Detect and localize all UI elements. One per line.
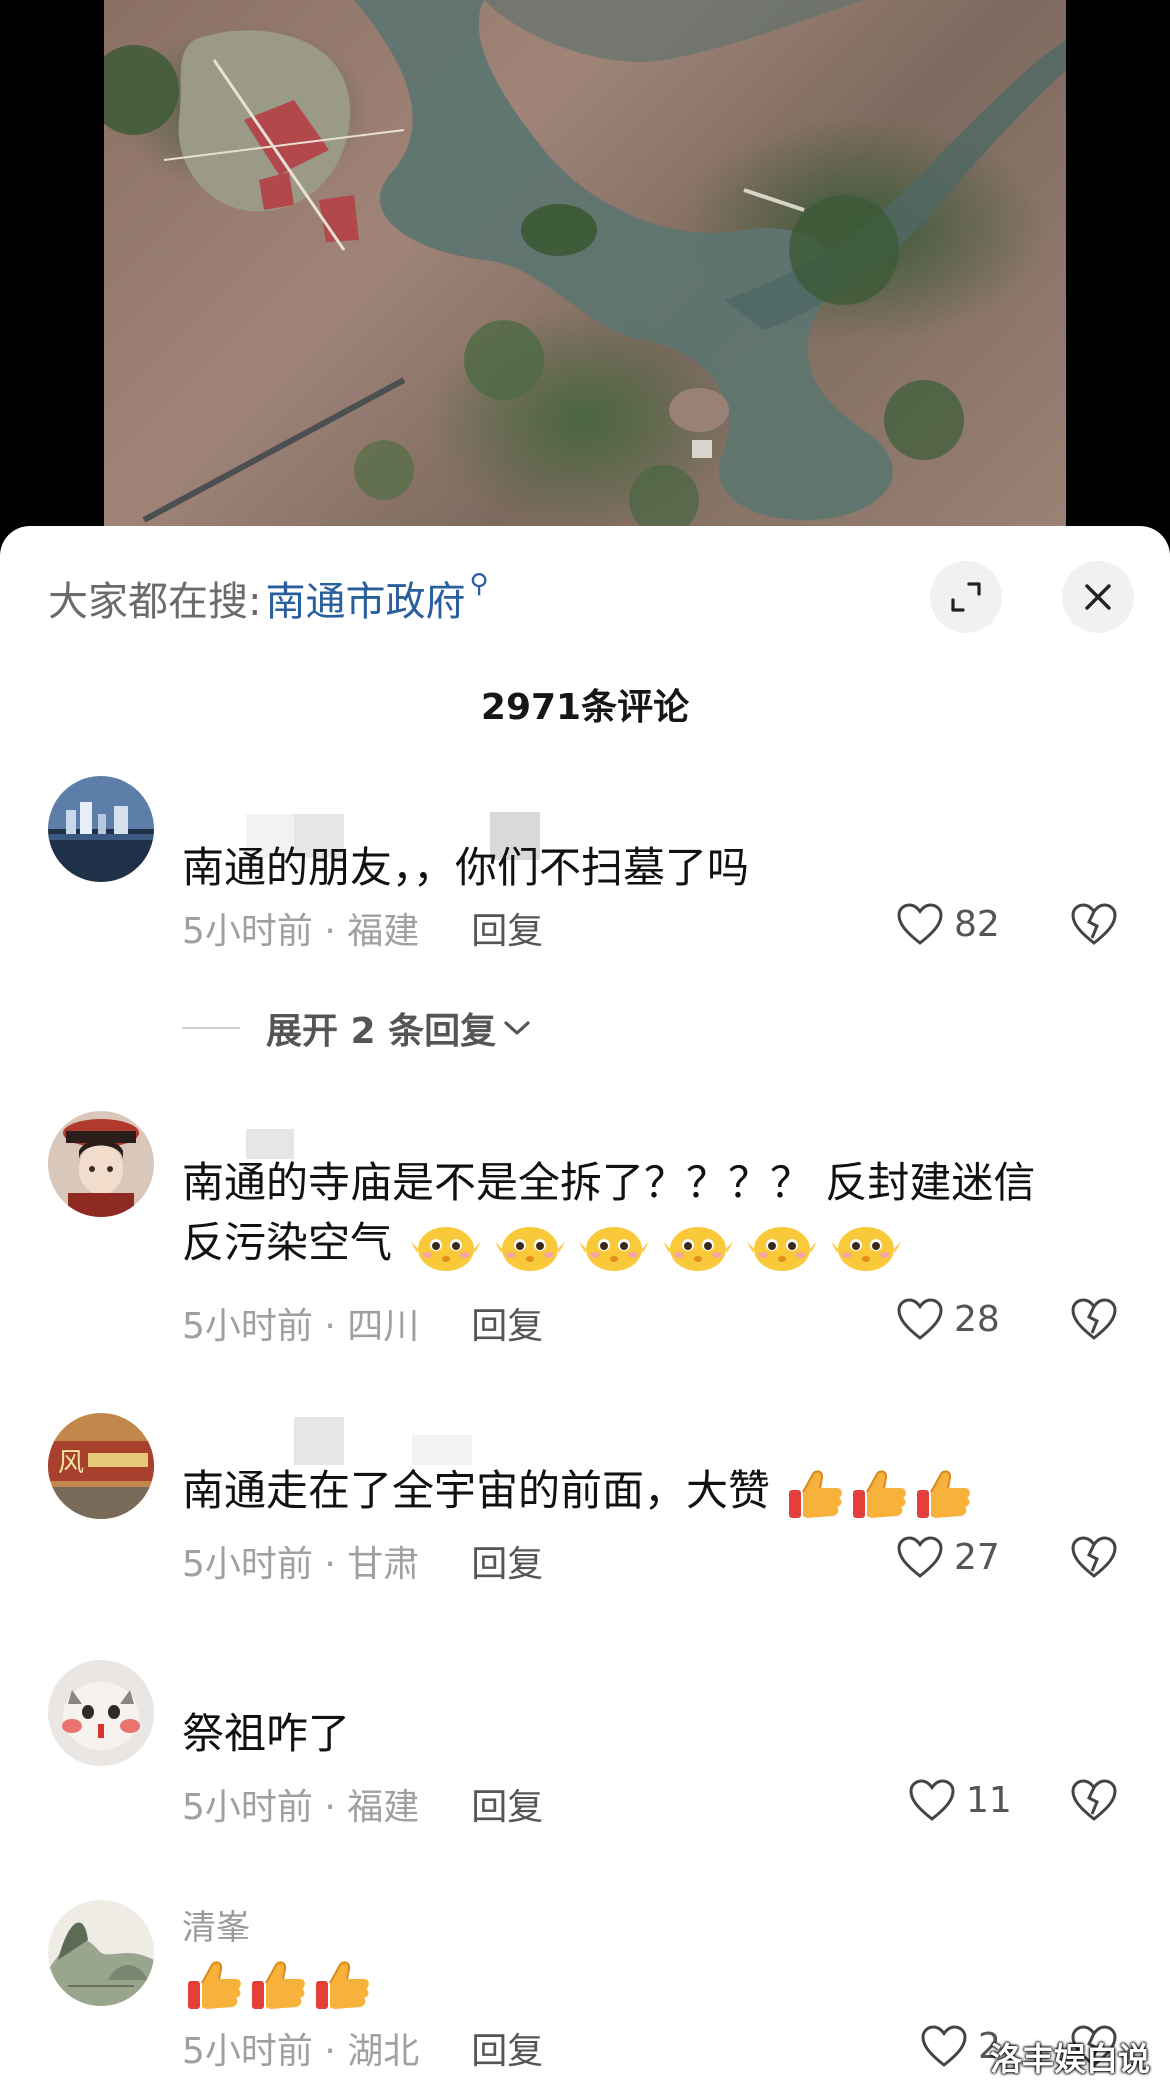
trending-search[interactable]: 大家都在搜: 南通市政府 ⚲ bbox=[48, 566, 489, 630]
comment-text-line: 反污染空气 bbox=[182, 1218, 393, 1267]
comment-meta: 5小时前 · 湖北 回复 bbox=[182, 2022, 543, 2074]
pleading-chick-emoji bbox=[495, 1226, 566, 1271]
like-button[interactable]: 82 bbox=[896, 902, 1000, 946]
heart-icon bbox=[909, 1779, 955, 1821]
broken-heart-icon bbox=[1071, 1779, 1117, 1821]
avatar[interactable] bbox=[48, 776, 154, 882]
search-icon: ⚲ bbox=[469, 569, 489, 599]
dislike-button[interactable] bbox=[1070, 902, 1118, 950]
thumbs-up-emoji bbox=[316, 1960, 369, 2009]
like-count: 11 bbox=[966, 1779, 1012, 1821]
like-button[interactable]: 27 bbox=[896, 1535, 1000, 1579]
thumbs-up-emoji bbox=[917, 1469, 971, 1518]
like-button[interactable]: 11 bbox=[908, 1778, 1012, 1822]
comment-text-line-2: 反污染空气 bbox=[182, 1213, 1132, 1273]
like-count: 28 bbox=[954, 1298, 1000, 1340]
like-button[interactable]: 2 bbox=[920, 2024, 1001, 2068]
emoji-group bbox=[182, 1957, 374, 2013]
comment-text bbox=[182, 1952, 1132, 2013]
like-count: 27 bbox=[954, 1536, 1000, 1578]
expand-arrows-icon bbox=[951, 582, 981, 612]
thumbs-up-emoji bbox=[789, 1469, 843, 1518]
expand-button[interactable] bbox=[930, 561, 1002, 633]
comment-time-location: 5小时前 · 福建 bbox=[182, 911, 420, 952]
svg-text:风: 风 bbox=[58, 1448, 84, 1478]
broken-heart-icon bbox=[1071, 1298, 1117, 1340]
comment-text: 南通走在了全宇宙的前面，大赞 bbox=[182, 1461, 1132, 1522]
pleading-chick-emoji bbox=[747, 1226, 818, 1271]
comment-sheet: 大家都在搜: 南通市政府 ⚲ 2971条评论 南通的朋友，，你们不扫墓了吗 5小… bbox=[0, 526, 1170, 2085]
comment-meta: 5小时前 · 甘肃 回复 bbox=[182, 1535, 543, 1587]
dislike-button[interactable] bbox=[1070, 1297, 1118, 1345]
broken-heart-icon bbox=[1071, 1536, 1117, 1578]
comment-text-line: 南通的寺庙是不是全拆了？？？？ 反封建迷信 bbox=[182, 1158, 1036, 1207]
comment-meta: 5小时前 · 福建 回复 bbox=[182, 902, 543, 954]
expand-replies-label: 展开 2 条回复 bbox=[266, 1011, 497, 1052]
like-count: 82 bbox=[954, 903, 1000, 945]
comment-meta: 5小时前 · 四川 回复 bbox=[182, 1297, 543, 1349]
reply-button[interactable]: 回复 bbox=[471, 2022, 543, 2074]
comment-text: 祭祖咋了 bbox=[182, 1709, 351, 1758]
thumbs-up-emoji bbox=[188, 1960, 241, 2009]
reply-button[interactable]: 回复 bbox=[471, 1297, 543, 1349]
thumbs-up-emoji bbox=[853, 1469, 907, 1518]
emoji-group bbox=[405, 1219, 909, 1273]
reply-button[interactable]: 回复 bbox=[471, 1535, 543, 1587]
comment-text: 南通的寺庙是不是全拆了？？？？ 反封建迷信 反污染空气 bbox=[182, 1153, 1132, 1273]
comment-time-location: 5小时前 · 甘肃 bbox=[182, 1544, 420, 1585]
watermark-text: 洛丰娱白说 bbox=[990, 2040, 1151, 2078]
comment-time-location: 5小时前 · 福建 bbox=[182, 1787, 420, 1828]
chevron-down-icon bbox=[504, 1021, 530, 1035]
broken-heart-icon bbox=[1071, 903, 1117, 945]
avatar[interactable]: 风 bbox=[48, 1413, 154, 1519]
trending-search-link[interactable]: 南通市政府 bbox=[265, 569, 465, 627]
comment-text: 南通的朋友，，你们不扫墓了吗 bbox=[182, 843, 750, 892]
comment-count: 2971条评论 bbox=[480, 687, 690, 728]
aerial-park-image bbox=[104, 0, 1066, 560]
like-button[interactable]: 28 bbox=[896, 1297, 1000, 1341]
comment-time-location: 5小时前 · 四川 bbox=[182, 1306, 420, 1347]
comment-username[interactable]: 清峯 bbox=[182, 1900, 250, 1949]
expand-replies-button[interactable]: 展开 2 条回复 bbox=[182, 1002, 532, 1054]
dislike-button[interactable] bbox=[1070, 1778, 1118, 1826]
reply-button[interactable]: 回复 bbox=[471, 902, 543, 954]
reply-button[interactable]: 回复 bbox=[471, 1778, 543, 1830]
avatar[interactable] bbox=[48, 1111, 154, 1217]
avatar[interactable] bbox=[48, 1660, 154, 1766]
close-icon bbox=[1085, 584, 1111, 610]
divider bbox=[182, 1027, 240, 1029]
dislike-button[interactable] bbox=[1070, 1535, 1118, 1583]
heart-icon bbox=[897, 903, 943, 945]
video-player[interactable] bbox=[0, 0, 1170, 560]
redacted-name-block bbox=[294, 1417, 344, 1465]
heart-icon bbox=[897, 1536, 943, 1578]
emoji-group bbox=[783, 1466, 975, 1522]
heart-icon bbox=[921, 2025, 967, 2067]
heart-icon bbox=[897, 1298, 943, 1340]
comment-time-location: 5小时前 · 湖北 bbox=[182, 2031, 420, 2072]
comment-meta: 5小时前 · 福建 回复 bbox=[182, 1778, 543, 1830]
pleading-chick-emoji bbox=[831, 1226, 902, 1271]
trending-search-prefix: 大家都在搜: bbox=[48, 579, 262, 625]
pleading-chick-emoji bbox=[663, 1226, 734, 1271]
pleading-chick-emoji bbox=[411, 1226, 482, 1271]
thumbs-up-emoji bbox=[252, 1960, 305, 2009]
comment-text-body: 南通走在了全宇宙的前面，大赞 bbox=[182, 1466, 771, 1515]
avatar[interactable] bbox=[48, 1900, 154, 2006]
close-button[interactable] bbox=[1062, 561, 1134, 633]
pleading-chick-emoji bbox=[579, 1226, 650, 1271]
